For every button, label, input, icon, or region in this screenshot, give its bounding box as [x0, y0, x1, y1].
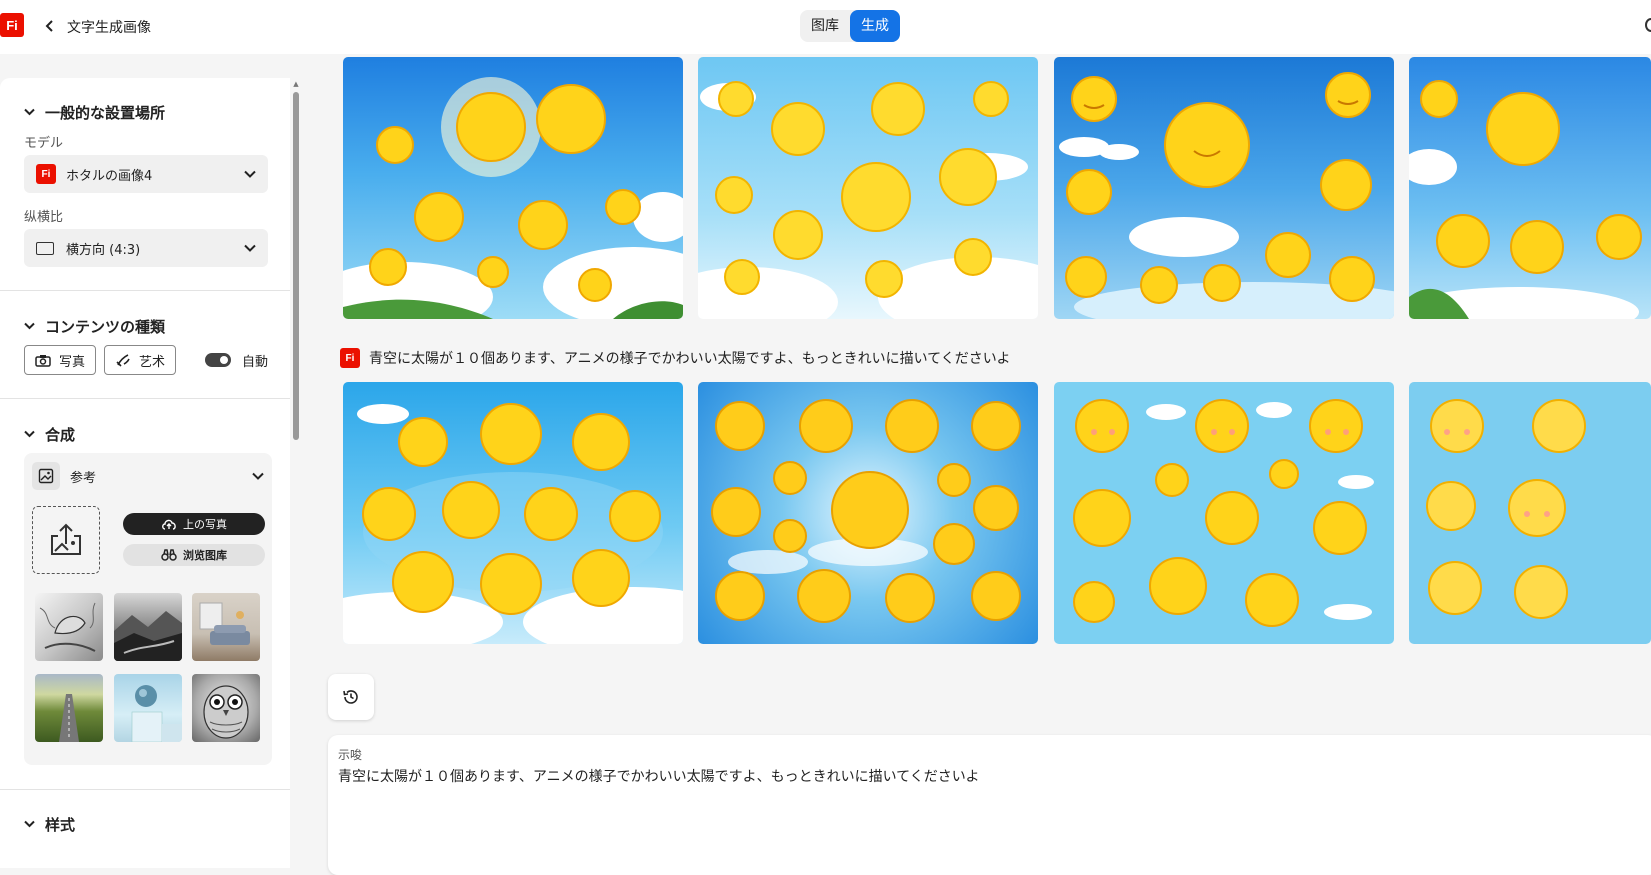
section-style-title: 样式 [45, 816, 76, 834]
auto-label: 自動 [242, 355, 269, 370]
history-icon [343, 690, 358, 704]
profile-icon[interactable] [1645, 18, 1651, 32]
browse-gallery-label: 浏览图库 [183, 549, 227, 562]
chevron-down-icon [244, 241, 256, 255]
chevron-left-icon [45, 20, 53, 32]
chevron-down-icon [252, 469, 264, 483]
model-badge: Fi [36, 164, 56, 184]
auto-toggle[interactable] [205, 353, 231, 367]
aspect-value: 横方向 (4:3) [66, 242, 141, 258]
art-label: 艺术 [139, 354, 166, 370]
section-composition-title: 合成 [45, 426, 76, 444]
scrollbar-thumb[interactable] [293, 92, 299, 440]
section-composition-header[interactable]: 合成 [24, 424, 75, 445]
prompt-badge: Fi [340, 348, 360, 368]
photo-label: 写真 [59, 354, 86, 370]
top-bar: Fi 文字生成画像 图库 生成 [0, 0, 1651, 54]
model-value: ホタルの画像4 [66, 168, 153, 184]
prompt-label: 示唆 [338, 748, 363, 762]
chevron-down-icon [24, 106, 35, 119]
tab-gallery[interactable]: 图库 [800, 10, 850, 42]
reference-thumb-misty-mountains[interactable] [114, 593, 182, 661]
scroll-up-icon[interactable]: ▲ [292, 80, 300, 88]
binoculars-icon [161, 549, 177, 561]
generated-image[interactable] [698, 57, 1038, 319]
chevron-down-icon [244, 167, 256, 181]
tab-generate[interactable]: 生成 [850, 10, 900, 42]
reference-thumb-sphere-on-cube[interactable] [114, 674, 182, 742]
suns-image-5 [343, 403, 683, 644]
image-reference-icon [32, 462, 60, 490]
suns-image-4 [1409, 80, 1642, 319]
upload-dropzone[interactable] [32, 506, 100, 574]
image-upload-icon [51, 523, 81, 555]
upload-photo-button[interactable]: 上の写真 [123, 513, 265, 535]
sidebar-scrollbar[interactable]: ▲ [292, 80, 300, 868]
page-title: 文字生成画像 [67, 20, 151, 36]
landscape-icon [36, 241, 54, 255]
camera-icon [35, 354, 51, 367]
history-button[interactable] [328, 674, 374, 720]
reference-dropdown[interactable]: 参考 [32, 461, 264, 491]
section-general-title: 一般的な設置場所 [45, 104, 166, 122]
photo-chip[interactable]: 写真 [24, 345, 96, 375]
mode-switch: 图库 生成 [800, 10, 900, 42]
divider [0, 398, 290, 399]
divider [0, 290, 290, 291]
divider [0, 789, 290, 790]
generated-image[interactable] [1409, 57, 1651, 319]
model-select[interactable]: Fi ホタルの画像4 [24, 155, 268, 193]
cloud-upload-icon [162, 519, 176, 530]
generated-image[interactable] [343, 382, 683, 644]
section-general-header[interactable]: 一般的な設置場所 [24, 102, 165, 123]
reference-thumb-owl-sketch[interactable] [192, 674, 260, 742]
brush-icon [116, 354, 130, 367]
upload-photo-label: 上の写真 [183, 518, 227, 531]
suns-image-3 [1059, 72, 1394, 319]
prompt-text[interactable]: 青空に太陽が１０個あります、アニメの様子でかわいい太陽ですよ、もっときれいに描い… [338, 766, 979, 786]
reference-panel: 参考 上の写真 浏览图库 [24, 453, 272, 765]
art-chip[interactable]: 艺术 [104, 345, 176, 375]
section-content-type-title: コンテンツの種類 [45, 318, 166, 336]
generation-gallery: Fi 青空に太陽が１０個あります、アニメの様子でかわいい太陽ですよ、もっときれい… [300, 54, 1651, 875]
section-style-header[interactable]: 样式 [24, 814, 75, 835]
section-content-type-header[interactable]: コンテンツの種類 [24, 316, 165, 337]
generated-image[interactable] [1409, 382, 1651, 644]
back-button[interactable] [40, 14, 60, 38]
suns-image-6 [711, 399, 1021, 623]
reference-thumb-living-room[interactable] [192, 593, 260, 661]
aspect-select[interactable]: 横方向 (4:3) [24, 229, 268, 267]
reference-thumb-bird-sketch[interactable] [35, 593, 103, 661]
aspect-label: 纵横比 [24, 210, 64, 225]
firefly-logo: Fi [0, 13, 24, 37]
chevron-down-icon [24, 428, 35, 441]
prompt-input[interactable]: 示唆 青空に太陽が１０個あります、アニメの様子でかわいい太陽ですよ、もっときれい… [328, 735, 1651, 875]
prompt-caption: Fi 青空に太陽が１０個あります、アニメの様子でかわいい太陽ですよ、もっときれい… [340, 348, 1010, 368]
suns-image-2 [698, 81, 1038, 319]
reference-label: 参考 [70, 470, 97, 486]
prompt-caption-text: 青空に太陽が１０個あります、アニメの様子でかわいい太陽ですよ、もっときれいに描い… [369, 351, 1011, 367]
model-label: モデル [24, 136, 64, 151]
generated-image[interactable] [343, 57, 683, 319]
settings-panel: 一般的な設置場所 モデル Fi ホタルの画像4 纵横比 横方向 (4:3) コン… [0, 78, 290, 868]
generated-image[interactable] [1054, 382, 1394, 644]
suns-image-7 [1073, 399, 1374, 627]
reference-thumb-field-road[interactable] [35, 674, 103, 742]
chevron-down-icon [24, 818, 35, 831]
suns-image-1 [343, 77, 683, 319]
generated-image[interactable] [1054, 57, 1394, 319]
browse-gallery-button[interactable]: 浏览图库 [123, 544, 265, 566]
suns-image-8 [1426, 399, 1586, 619]
generated-image[interactable] [698, 382, 1038, 644]
chevron-down-icon [24, 320, 35, 333]
